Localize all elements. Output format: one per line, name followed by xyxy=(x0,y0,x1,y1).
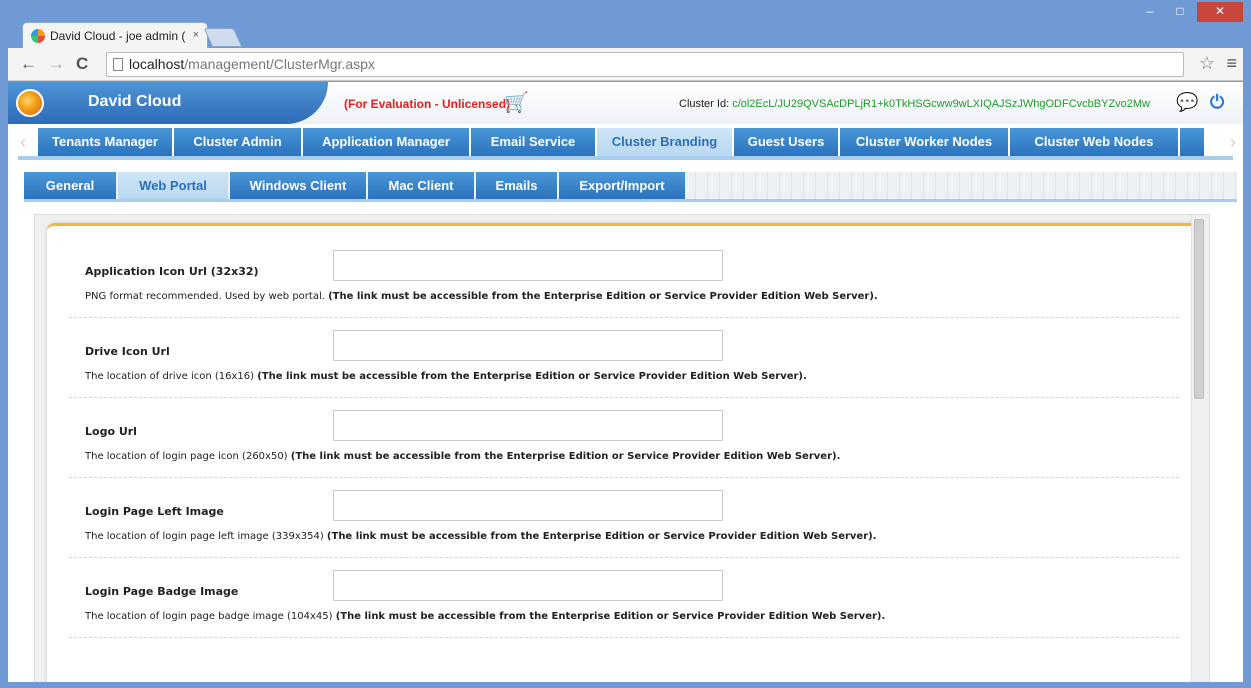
main-nav-item[interactable]: Tenants Manager xyxy=(38,128,172,156)
field-help-note: (The link must be accessible from the En… xyxy=(290,451,841,462)
license-status: (For Evaluation - Unlicensed) xyxy=(344,97,511,111)
form-field: Login Page Left Image The location of log… xyxy=(69,478,1179,558)
sub-nav-item[interactable]: Export/Import xyxy=(559,172,685,199)
window-controls: – □ ✕ xyxy=(1137,2,1243,22)
browser-titlebar: David Cloud - joe admin ( × – □ ✕ xyxy=(0,0,1251,48)
form-field: Application Icon Url (32x32) PNG format r… xyxy=(69,238,1179,318)
sub-nav-item[interactable]: Web Portal xyxy=(118,172,228,199)
main-nav-item[interactable]: Cluster Web Nodes xyxy=(1010,128,1178,156)
logo-icon xyxy=(16,89,44,117)
cluster-id-value: c/ol2EcL/JU29QVSAcDPLjR1+k0TkHSGcww9wLXI… xyxy=(732,98,1151,110)
nav-right-arrow-icon[interactable]: › xyxy=(1230,132,1236,153)
cluster-id-label: Cluster Id: xyxy=(679,98,733,110)
content-area: Application Icon Url (32x32) PNG format r… xyxy=(34,214,1210,682)
field-help-note: (The link must be accessible from the En… xyxy=(328,291,878,302)
tab-title: David Cloud - joe admin ( xyxy=(50,28,186,43)
tab-close-icon[interactable]: × xyxy=(193,29,199,41)
field-help: The location of drive icon (16x16) (The … xyxy=(85,371,807,382)
main-nav-item[interactable]: Guest Users xyxy=(734,128,838,156)
field-label: Application Icon Url (32x32) xyxy=(85,265,259,278)
sub-nav-item[interactable]: Emails xyxy=(476,172,557,199)
form-field: Logo Url The location of login page icon … xyxy=(69,398,1179,478)
main-nav-item[interactable]: Application Manager xyxy=(303,128,469,156)
browser-menu-icon[interactable]: ≡ xyxy=(1226,53,1237,74)
nav-left-arrow-icon[interactable]: ‹ xyxy=(20,132,26,153)
chat-icon[interactable]: 💬 xyxy=(1176,92,1198,113)
field-help-note: (The link must be accessible from the En… xyxy=(335,611,886,622)
field-input[interactable] xyxy=(333,410,723,441)
field-help-text: The location of login page left image (3… xyxy=(85,531,327,542)
sub-nav-item[interactable]: Mac Client xyxy=(368,172,474,199)
main-nav-underline xyxy=(18,156,1233,160)
field-label: Logo Url xyxy=(85,425,137,438)
form-field: Login Page Badge Image The location of lo… xyxy=(69,558,1179,638)
main-nav-item[interactable]: Email Service xyxy=(471,128,595,156)
cart-icon[interactable]: 🛒 xyxy=(504,90,529,115)
reload-icon[interactable]: C xyxy=(76,54,88,74)
field-help: PNG format recommended. Used by web port… xyxy=(85,291,878,302)
form-field: Drive Icon Url The location of drive icon… xyxy=(69,318,1179,398)
sub-nav-item[interactable]: Windows Client xyxy=(230,172,366,199)
forward-icon[interactable]: → xyxy=(48,54,65,74)
main-nav: Tenants Manager Cluster Admin Application … xyxy=(38,128,1206,156)
url-host: localhost xyxy=(129,56,185,72)
field-help-text: The location of login page icon (260x50) xyxy=(85,451,291,462)
main-nav-item[interactable]: Cluster Branding xyxy=(597,128,732,156)
field-input[interactable] xyxy=(333,250,723,281)
field-input[interactable] xyxy=(333,570,723,601)
scrollbar[interactable] xyxy=(1191,215,1205,682)
field-input[interactable] xyxy=(333,330,723,361)
field-label: Drive Icon Url xyxy=(85,345,170,358)
field-help-text: The location of drive icon (16x16) xyxy=(85,371,258,382)
field-help-note: (The link must be accessible from the En… xyxy=(326,531,877,542)
power-icon[interactable]: ⏻ xyxy=(1210,92,1224,113)
sub-nav-item[interactable]: General xyxy=(24,172,116,199)
app-header: David Cloud (For Evaluation - Unlicensed… xyxy=(8,82,1243,124)
field-help-text: The location of login page badge image (… xyxy=(85,611,336,622)
field-label: Login Page Left Image xyxy=(85,505,224,518)
main-nav-item[interactable]: Cluster Admin xyxy=(174,128,301,156)
back-icon[interactable]: ← xyxy=(20,54,37,74)
favicon-icon xyxy=(31,28,45,43)
url-path: /management/ClusterMgr.aspx xyxy=(184,56,375,72)
field-input[interactable] xyxy=(333,490,723,521)
field-help-note: (The link must be accessible from the En… xyxy=(257,371,807,382)
field-help: The location of login page left image (3… xyxy=(85,531,877,542)
bookmark-star-icon[interactable]: ☆ xyxy=(1199,53,1215,74)
browser-tab[interactable]: David Cloud - joe admin ( × xyxy=(22,22,208,48)
main-nav-filler xyxy=(1180,128,1204,156)
field-label: Login Page Badge Image xyxy=(85,585,239,598)
field-help: The location of login page icon (260x50)… xyxy=(85,451,840,462)
field-help: The location of login page badge image (… xyxy=(85,611,885,622)
brand-banner: David Cloud xyxy=(8,82,328,124)
minimize-button[interactable]: – xyxy=(1137,2,1163,22)
settings-panel: Application Icon Url (32x32) PNG format r… xyxy=(47,223,1199,682)
page: David Cloud (For Evaluation - Unlicensed… xyxy=(8,82,1243,682)
sub-nav: General Web Portal Windows Client Mac Clien… xyxy=(24,172,1237,202)
close-window-button[interactable]: ✕ xyxy=(1197,2,1243,22)
new-tab-button[interactable] xyxy=(203,28,243,47)
cluster-id: Cluster Id: c/ol2EcL/JU29QVSAcDPLjR1+k0T… xyxy=(679,98,1150,110)
maximize-button[interactable]: □ xyxy=(1167,2,1193,22)
brand-name: David Cloud xyxy=(88,93,182,110)
main-nav-item[interactable]: Cluster Worker Nodes xyxy=(840,128,1008,156)
field-help-text: PNG format recommended. Used by web port… xyxy=(85,291,329,302)
browser-toolbar: ← → C localhost/management/ClusterMgr.as… xyxy=(8,48,1243,81)
address-bar[interactable]: localhost/management/ClusterMgr.aspx xyxy=(106,52,1184,77)
scrollbar-thumb[interactable] xyxy=(1194,219,1204,399)
page-icon xyxy=(113,58,123,71)
